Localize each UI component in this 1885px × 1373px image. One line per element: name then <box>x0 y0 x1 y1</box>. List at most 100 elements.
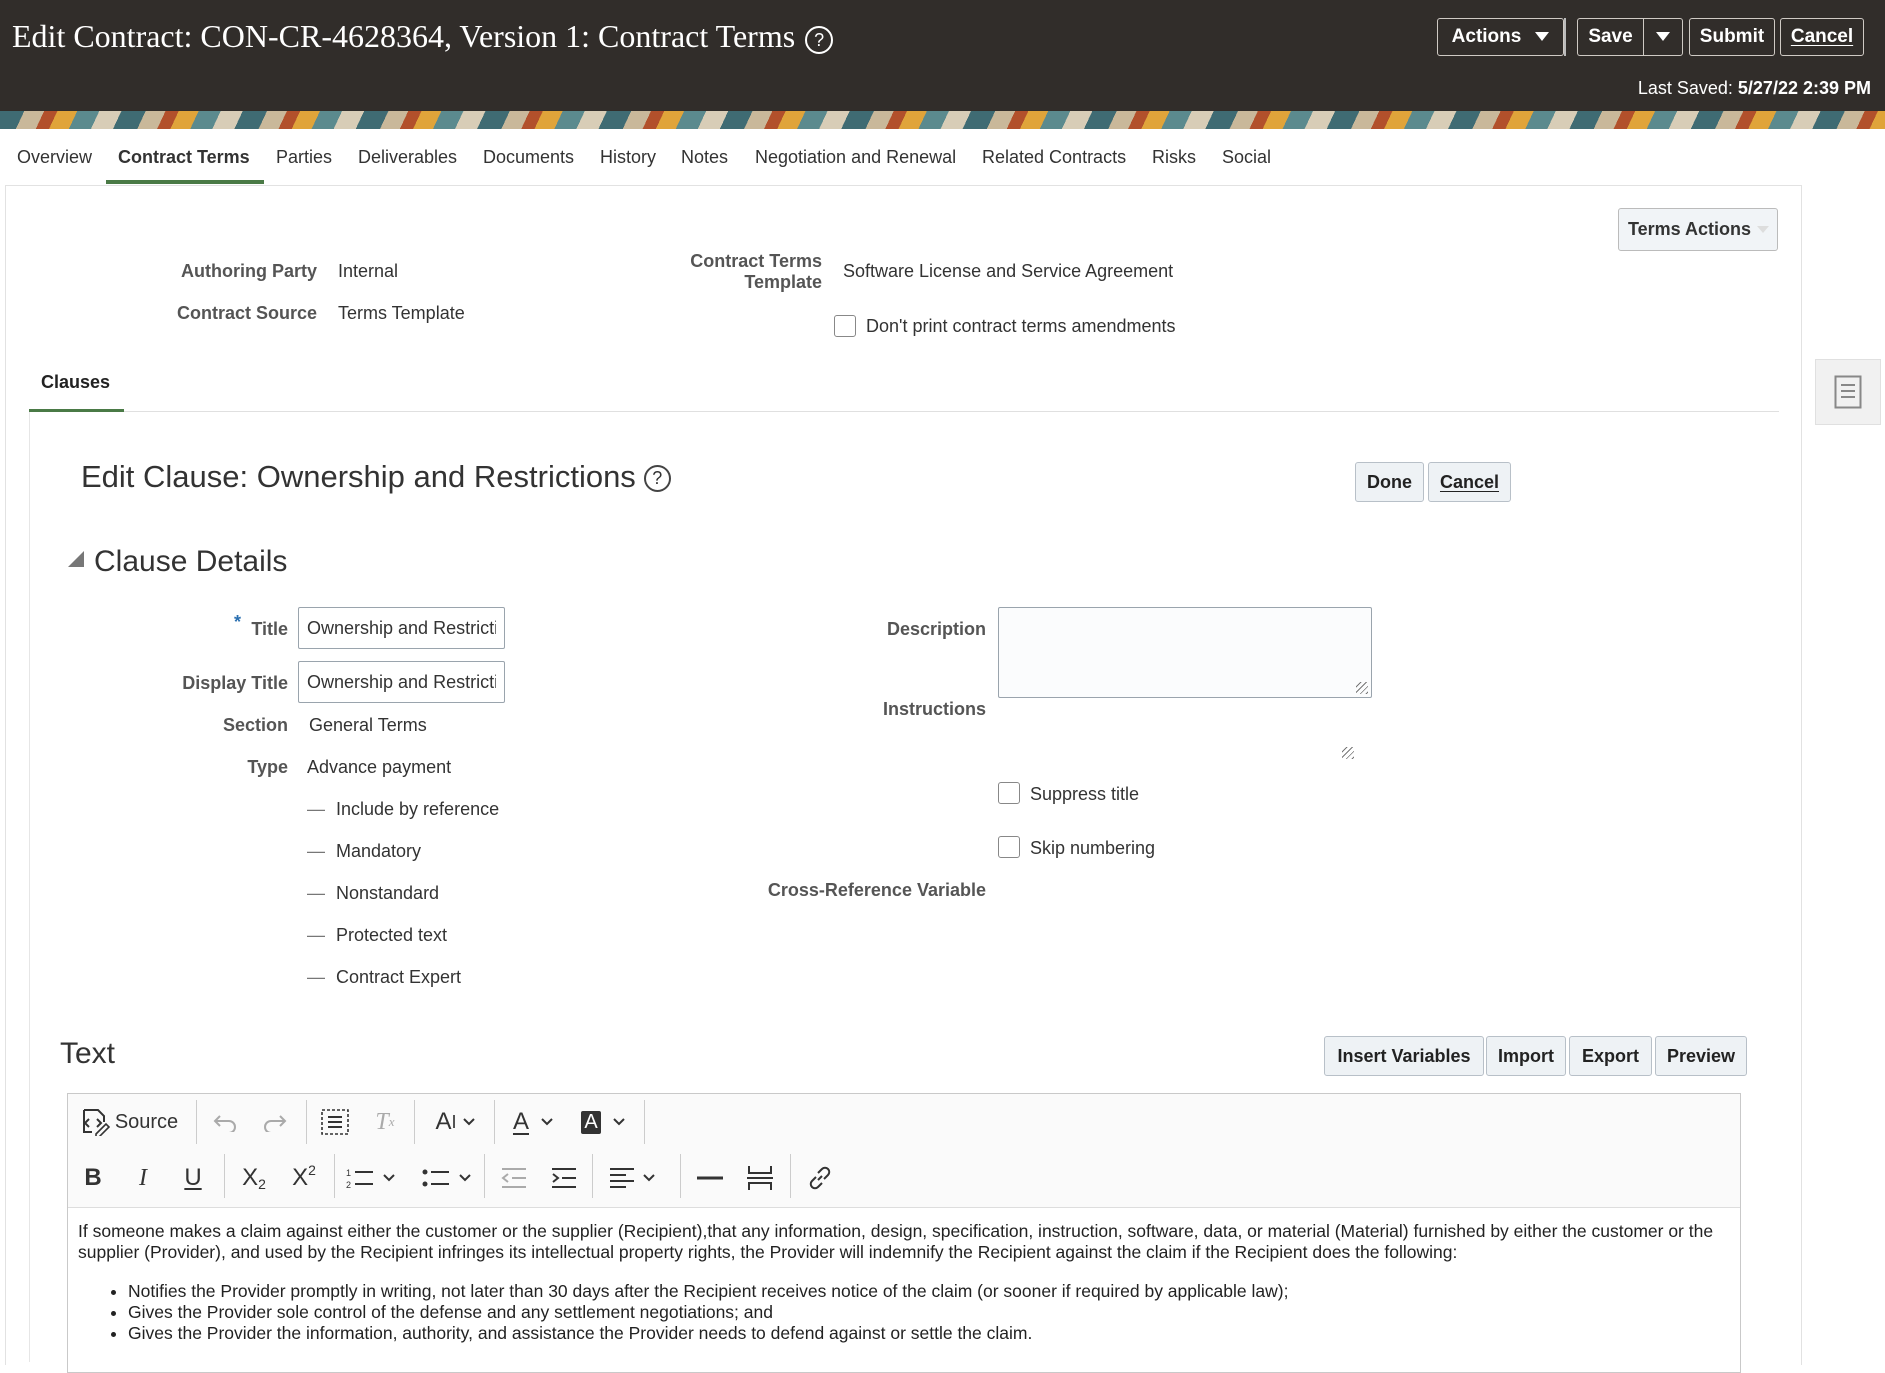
superscript-icon[interactable]: X2 <box>284 1158 324 1198</box>
resize-handle-icon[interactable] <box>1356 682 1368 694</box>
remove-format-icon[interactable]: Tx <box>368 1102 402 1142</box>
save-button[interactable]: Save <box>1577 18 1643 56</box>
done-label: Done <box>1367 471 1412 492</box>
suppress-title-checkbox[interactable] <box>998 782 1020 804</box>
link-icon[interactable] <box>800 1158 840 1198</box>
horizontal-line-icon[interactable] <box>690 1158 730 1198</box>
title-input[interactable] <box>298 607 505 649</box>
text-section-title: Text <box>60 1037 116 1070</box>
display-title-input[interactable] <box>298 661 505 703</box>
indent-icon[interactable] <box>544 1158 584 1198</box>
font-size-icon[interactable]: AI <box>426 1102 484 1142</box>
outdent-icon[interactable] <box>494 1158 534 1198</box>
tab-clauses[interactable]: Clauses <box>41 372 110 393</box>
import-button[interactable]: Import <box>1486 1036 1566 1076</box>
page-title: Edit Contract: CON-CR-4628364, Version 1… <box>12 18 834 55</box>
undo-icon[interactable] <box>208 1102 242 1142</box>
done-button[interactable]: Done <box>1355 462 1424 502</box>
background-color-icon[interactable]: A <box>576 1102 630 1142</box>
submit-button[interactable]: Submit <box>1689 18 1775 56</box>
tab-overview[interactable]: Overview <box>17 147 92 168</box>
skip-numbering-checkbox[interactable] <box>998 836 1020 858</box>
flag-nonstandard: Nonstandard <box>336 883 440 903</box>
toolbar-separator <box>790 1154 791 1198</box>
bulleted-list-icon[interactable] <box>418 1158 474 1198</box>
terms-actions-button[interactable]: Terms Actions <box>1618 208 1778 251</box>
help-icon[interactable]: ? <box>805 25 834 54</box>
select-all-icon[interactable] <box>316 1102 354 1142</box>
export-button[interactable]: Export <box>1569 1036 1652 1076</box>
source-button[interactable]: Source <box>79 1102 179 1142</box>
flag-contract-expert: Contract Expert <box>336 967 462 987</box>
numbered-list-icon[interactable]: 12 <box>342 1158 398 1198</box>
clause-cancel-button[interactable]: Cancel <box>1428 462 1511 502</box>
toolbar-separator <box>644 1100 645 1144</box>
editor-toolbar: Source Tx AI A A B I U X 2 X 2 1 2 <box>68 1094 1740 1208</box>
preview-button[interactable]: Preview <box>1655 1036 1747 1076</box>
svg-text:2: 2 <box>346 1180 351 1190</box>
tab-risks[interactable]: Risks <box>1152 147 1196 168</box>
title-label: Title <box>251 619 288 639</box>
description-textarea[interactable] <box>998 607 1372 698</box>
help-icon[interactable]: ? <box>643 465 671 493</box>
flag-indicator: — <box>307 967 325 987</box>
description-label: Description <box>886 619 986 639</box>
flag-indicator: — <box>307 799 325 819</box>
collapse-triangle-icon <box>68 551 84 568</box>
cross-reference-variable-label: Cross-Reference Variable <box>767 880 986 900</box>
toolbar-separator <box>592 1154 593 1198</box>
insert-variables-button[interactable]: Insert Variables <box>1324 1036 1484 1076</box>
clause-text-paragraph: If someone makes a claim against either … <box>78 1221 1714 1262</box>
rich-text-editor[interactable]: Source Tx AI A A B I U X 2 X 2 1 2 If so… <box>67 1093 1741 1373</box>
cancel-button[interactable]: Cancel <box>1780 18 1864 56</box>
editor-content[interactable]: If someone makes a claim against either … <box>78 1221 1728 1344</box>
bold-icon[interactable]: B <box>76 1158 110 1198</box>
section-value: General Terms <box>309 715 427 735</box>
dont-print-checkbox[interactable] <box>834 315 856 337</box>
active-tab-indicator <box>106 180 264 184</box>
font-color-icon[interactable]: A <box>506 1102 560 1142</box>
tab-parties[interactable]: Parties <box>276 147 332 168</box>
chevron-down-icon <box>1535 32 1550 41</box>
tab-contract-terms[interactable]: Contract Terms <box>118 147 250 168</box>
redo-icon[interactable] <box>258 1102 292 1142</box>
underline-icon[interactable]: U <box>176 1158 210 1198</box>
chevron-down-icon <box>1656 32 1670 41</box>
list-item: Gives the Provider sole control of the d… <box>128 1302 1728 1323</box>
edit-clause-title-text: Edit Clause: Ownership and Restrictions <box>81 459 636 494</box>
save-label: Save <box>1588 26 1633 47</box>
authoring-party-value: Internal <box>338 261 399 281</box>
tab-related-contracts[interactable]: Related Contracts <box>982 147 1126 168</box>
chevron-down-icon <box>643 1174 655 1182</box>
edit-clause-title: Edit Clause: Ownership and Restrictions? <box>81 459 671 495</box>
flag-include-by-reference: Include by reference <box>336 799 500 819</box>
authoring-party-label: Authoring Party <box>180 261 317 281</box>
tab-deliverables[interactable]: Deliverables <box>358 147 457 168</box>
insert-variables-label: Insert Variables <box>1337 1045 1471 1066</box>
clause-details-header[interactable]: Clause Details <box>68 545 287 579</box>
side-panel-toggle[interactable] <box>1815 359 1881 425</box>
page-break-icon[interactable] <box>740 1158 780 1198</box>
tab-history[interactable]: History <box>600 147 656 168</box>
list-item: Gives the Provider the information, auth… <box>128 1323 1728 1344</box>
chevron-down-icon <box>541 1118 553 1126</box>
align-icon[interactable] <box>602 1158 662 1198</box>
instructions-label: Instructions <box>882 699 986 719</box>
tab-negotiation-renewal[interactable]: Negotiation and Renewal <box>755 147 956 168</box>
actions-button[interactable]: Actions <box>1437 18 1564 56</box>
tab-documents[interactable]: Documents <box>483 147 574 168</box>
tab-social[interactable]: Social <box>1222 147 1271 168</box>
subscript-icon[interactable]: X2 <box>234 1158 274 1198</box>
italic-icon[interactable]: I <box>126 1158 160 1198</box>
decorative-banner <box>0 111 1885 129</box>
preview-label: Preview <box>1666 1045 1736 1066</box>
tab-notes[interactable]: Notes <box>681 147 728 168</box>
toolbar-separator <box>334 1154 335 1198</box>
clause-text-list: Notifies the Provider promptly in writin… <box>78 1281 1728 1344</box>
list-item: Notifies the Provider promptly in writin… <box>128 1281 1728 1302</box>
save-menu-button[interactable] <box>1643 18 1683 56</box>
resize-handle-icon[interactable] <box>1342 747 1354 759</box>
clause-cancel-label: Cancel <box>1439 471 1500 492</box>
contract-tabs: Overview Contract Terms Parties Delivera… <box>0 129 1885 185</box>
clause-details-title: Clause Details <box>94 545 288 578</box>
